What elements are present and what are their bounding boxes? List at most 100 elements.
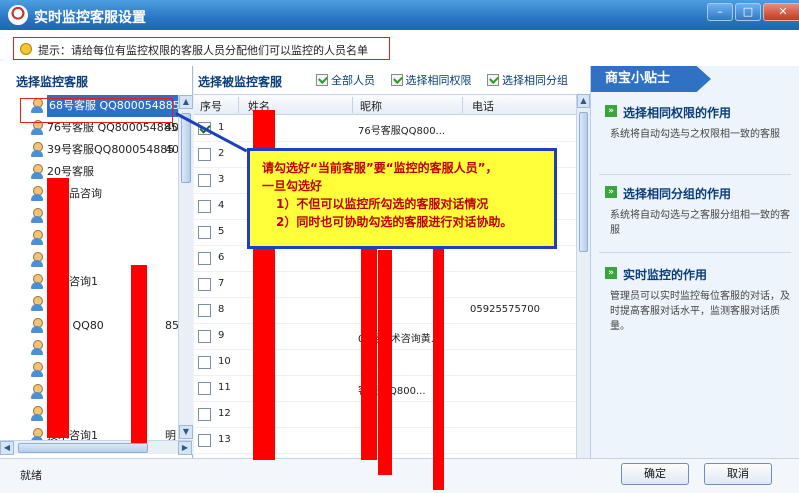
arrow-icon: » bbox=[605, 186, 617, 198]
scroll-right-icon[interactable]: ▶ bbox=[178, 441, 192, 455]
row-checkbox[interactable] bbox=[198, 304, 211, 317]
tip-text: 系统将自动勾选与之权限相一致的客服 bbox=[610, 129, 780, 140]
column-header-nickname[interactable]: 昵称 bbox=[360, 98, 382, 114]
user-icon bbox=[30, 208, 44, 224]
row-checkbox[interactable] bbox=[198, 174, 211, 187]
annotation-callout: 请勾选好“当前客服”要“监控的客服人员”， 一旦勾选好 1）不但可以监控所勾选的… bbox=[247, 148, 557, 249]
row-number: 8 bbox=[218, 304, 225, 315]
row-phone: 05925575700 bbox=[470, 304, 540, 315]
row-checkbox[interactable] bbox=[198, 330, 211, 343]
agent-list-item[interactable]: 客服 QQ80 85 bbox=[0, 315, 178, 337]
agent-list-item[interactable]: 技术咨询1 bbox=[0, 271, 178, 293]
tip-title: 选择相同权限的作用 bbox=[623, 106, 732, 120]
left-scroll-thumb[interactable] bbox=[181, 113, 191, 183]
row-number: 6 bbox=[218, 252, 225, 263]
row-number: 3 bbox=[218, 174, 225, 185]
column-header-no[interactable]: 序号 bbox=[200, 98, 222, 114]
agent-list-item[interactable] bbox=[0, 403, 178, 425]
table-row[interactable]: 1 76号客服QQ800... bbox=[194, 116, 576, 142]
scroll-up-icon[interactable]: ▲ bbox=[577, 94, 590, 108]
grid-header: 序号 姓名 昵称 电话 bbox=[194, 94, 576, 115]
row-checkbox[interactable] bbox=[198, 356, 211, 369]
agent-list-item[interactable] bbox=[0, 227, 178, 249]
tip-realtime-monitor: » 实时监控的作用 管理员可以实时监控每位客服的对话，及时提高客服对话水平，监测客… bbox=[605, 266, 790, 334]
select-all-button[interactable]: 全部人员 bbox=[316, 72, 375, 90]
agent-list-item[interactable]: 芳 bbox=[0, 337, 178, 359]
select-same-permission-button[interactable]: 选择相同权限 bbox=[390, 72, 472, 90]
agent-list-item[interactable] bbox=[0, 249, 178, 271]
column-separator[interactable] bbox=[238, 97, 239, 113]
maximize-button[interactable]: □ bbox=[735, 3, 761, 21]
row-checkbox[interactable] bbox=[198, 408, 211, 421]
row-checkbox[interactable] bbox=[198, 226, 211, 239]
agent-list-item[interactable] bbox=[0, 359, 178, 381]
monitor-agent-panel: 选择监控客服 68号客服 QQ800054885 76号客服 QQ80005488… bbox=[0, 66, 193, 458]
left-hscroll-thumb[interactable] bbox=[18, 443, 148, 453]
user-icon bbox=[30, 274, 44, 290]
checkbox-icon bbox=[487, 74, 499, 86]
column-separator[interactable] bbox=[462, 97, 463, 113]
row-checkbox[interactable] bbox=[198, 252, 211, 265]
monitor-agent-list: 68号客服 QQ800054885 76号客服 QQ800054885 40 39号客… bbox=[0, 95, 178, 440]
agent-list-item[interactable]: 20号客服 bbox=[0, 161, 178, 183]
hint-box: 提示：请给每位有监控权限的客服人员分配他们可以监控的人员名单 bbox=[13, 37, 390, 60]
row-checkbox[interactable] bbox=[198, 382, 211, 395]
grid-scroll-thumb[interactable] bbox=[579, 112, 588, 252]
status-bar: 就绪 确定 取消 bbox=[0, 458, 799, 493]
user-icon bbox=[30, 318, 44, 334]
column-header-phone[interactable]: 电话 bbox=[472, 98, 494, 114]
user-icon bbox=[30, 186, 44, 202]
redaction-bar bbox=[378, 250, 392, 475]
redaction-bar bbox=[47, 178, 69, 438]
redaction-bar bbox=[361, 240, 377, 460]
app-logo-icon bbox=[8, 5, 28, 25]
redaction-bar bbox=[131, 265, 147, 443]
tips-panel: 商宝小贴士 » 选择相同权限的作用 系统将自动勾选与之权限相一致的客服 » 选择相同… bbox=[590, 66, 799, 458]
agent-list-item[interactable]: 斌 bbox=[0, 205, 178, 227]
select-same-group-button[interactable]: 选择相同分组 bbox=[487, 72, 568, 90]
row-checkbox[interactable] bbox=[198, 434, 211, 447]
cancel-button[interactable]: 取消 bbox=[704, 463, 772, 485]
minimize-button[interactable]: – bbox=[707, 3, 733, 21]
status-text: 就绪 bbox=[20, 469, 42, 482]
tip-title: 选择相同分组的作用 bbox=[623, 187, 732, 201]
user-icon bbox=[30, 142, 44, 158]
row-number: 1 bbox=[218, 122, 225, 133]
monitor-agent-header: 选择监控客服 bbox=[16, 75, 89, 89]
callout-line-1: 请勾选好“当前客服”要“监控的客服人员”， bbox=[262, 161, 498, 175]
scroll-left-icon[interactable]: ◀ bbox=[0, 441, 14, 455]
divider bbox=[599, 174, 791, 175]
agent-list-item[interactable]: 通产品咨询 bbox=[0, 183, 178, 205]
agent-label: 39号客服QQ800054885 bbox=[47, 143, 175, 156]
agent-list-item[interactable]: 39号客服QQ800054885 40 bbox=[0, 139, 178, 161]
left-horizontal-scrollbar[interactable]: ◀ ▶ bbox=[0, 440, 193, 455]
tip-title: 实时监控的作用 bbox=[623, 268, 708, 282]
scroll-down-icon[interactable]: ▼ bbox=[179, 425, 193, 439]
tips-header: 商宝小贴士 bbox=[591, 66, 711, 92]
agent-list-item[interactable] bbox=[0, 381, 178, 403]
row-checkbox[interactable] bbox=[198, 200, 211, 213]
callout-line-4: 2）同时也可协助勾选的客服进行对话协助。 bbox=[276, 215, 513, 229]
row-checkbox[interactable] bbox=[198, 278, 211, 291]
window-title: 实时监控客服设置 bbox=[34, 10, 146, 26]
column-separator[interactable] bbox=[352, 97, 353, 113]
selected-agent-highlight bbox=[20, 98, 173, 123]
agent-list-item[interactable] bbox=[0, 293, 178, 315]
hint-text: 提示：请给每位有监控权限的客服人员分配他们可以监控的人员名单 bbox=[38, 44, 368, 57]
main-area: 选择监控客服 68号客服 QQ800054885 76号客服 QQ80005488… bbox=[0, 66, 799, 458]
scroll-up-icon[interactable]: ▲ bbox=[179, 95, 193, 109]
left-vertical-scrollbar[interactable]: ▲ ▼ bbox=[178, 95, 193, 440]
user-icon bbox=[30, 340, 44, 356]
hint-bar: 提示：请给每位有监控权限的客服人员分配他们可以监控的人员名单 bbox=[0, 30, 799, 66]
grid-vertical-scrollbar[interactable]: ▲ bbox=[576, 94, 590, 458]
close-button[interactable]: ✕ bbox=[763, 3, 799, 21]
row-number: 12 bbox=[218, 408, 231, 419]
user-icon bbox=[30, 252, 44, 268]
user-icon bbox=[30, 296, 44, 312]
user-icon bbox=[30, 230, 44, 246]
divider bbox=[599, 252, 791, 253]
row-checkbox[interactable] bbox=[198, 148, 211, 161]
ok-button[interactable]: 确定 bbox=[621, 463, 689, 485]
agent-list-item[interactable]: 技术咨询1 明 bbox=[0, 425, 178, 440]
row-number: 2 bbox=[218, 148, 225, 159]
